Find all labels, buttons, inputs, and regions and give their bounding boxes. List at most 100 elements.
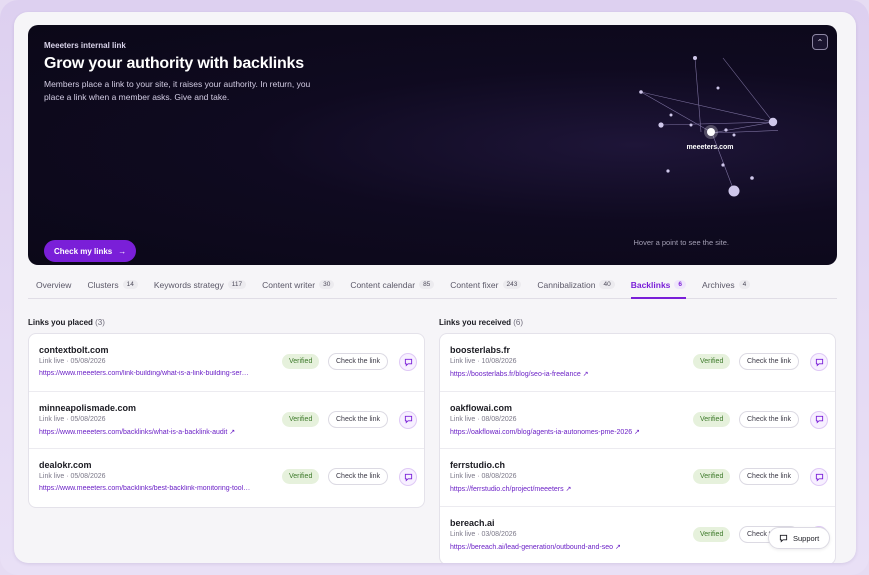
tab-content-writer[interactable]: Content writer 30 — [262, 275, 335, 299]
tab-label: Clusters — [87, 280, 119, 290]
link-url[interactable]: https://www.meeeters.com/backlinks/what-… — [39, 428, 279, 436]
message-button[interactable] — [810, 410, 828, 429]
link-status: Link live · 05/08/2026 — [39, 415, 106, 423]
chat-bubble-icon — [404, 415, 412, 424]
link-url[interactable]: https://boosterlabs.fr/blog/seo-ia-freel… — [450, 370, 690, 378]
tab-content-calendar[interactable]: Content calendar 85 — [350, 275, 435, 299]
check-link-button[interactable]: Check the link — [739, 353, 799, 370]
link-domain: boosterlabs.fr — [450, 345, 511, 355]
list-item: boosterlabs.fr Link live · 10/08/2026 ht… — [440, 334, 835, 392]
link-status: Link live · 08/08/2026 — [450, 473, 517, 480]
tab-count-badge: 6 — [674, 280, 687, 289]
link-url[interactable]: https://www.meeeters.com/link-building/w… — [39, 370, 279, 377]
tab-content-fixer[interactable]: Content fixer 243 — [450, 275, 522, 299]
chat-bubble-icon — [815, 415, 823, 424]
check-link-button[interactable]: Check the link — [328, 410, 388, 428]
list-item: ferrstudio.ch Link live · 08/08/2026 htt… — [440, 449, 835, 507]
tab-count-badge: 14 — [122, 280, 138, 289]
check-link-button[interactable]: Check the link — [739, 410, 799, 428]
verified-badge: Verified — [282, 469, 320, 484]
verified-badge: Verified — [282, 354, 320, 369]
verified-badge: Verified — [693, 411, 731, 427]
collapse-hero-button[interactable]: ⌃ — [812, 34, 828, 50]
tab-label: Backlinks — [630, 280, 671, 290]
support-label: Support — [793, 533, 820, 543]
link-domain: oakflowai.com — [450, 402, 513, 413]
link-url[interactable]: https://oakflowai.com/blog/agents-ia-aut… — [450, 428, 690, 436]
list-item: contextbolt.com Link live · 05/08/2026 h… — [29, 334, 424, 392]
link-status: Link live · 05/08/2026 — [39, 358, 106, 365]
main-panel: Meeeters internal link Grow your authori… — [14, 12, 856, 563]
hero-kicker: Meeeters internal link — [44, 41, 126, 50]
chevron-up-icon: ⌃ — [816, 37, 824, 47]
link-domain: contextbolt.com — [39, 345, 109, 355]
link-status: Link live · 05/08/2026 — [39, 473, 106, 480]
tab-label: Archives — [702, 280, 735, 290]
link-domain: ferrstudio.ch — [450, 460, 506, 470]
message-button[interactable] — [399, 468, 417, 486]
placed-links-list: contextbolt.com Link live · 05/08/2026 h… — [28, 333, 425, 508]
tab-count-badge: 85 — [419, 280, 435, 289]
tab-count-badge: 243 — [502, 280, 522, 289]
link-domain: minneapolismade.com — [39, 402, 137, 413]
check-link-button[interactable]: Check the link — [328, 468, 388, 485]
tab-label: Overview — [36, 280, 72, 290]
message-button[interactable] — [399, 410, 417, 429]
tab-count-badge: 4 — [738, 280, 751, 289]
link-status: Link live · 10/08/2026 — [450, 358, 517, 365]
link-url[interactable]: https://bereach.ai/lead-generation/outbo… — [450, 543, 690, 551]
tab-count-badge: 40 — [599, 280, 615, 289]
tab-label: Keywords strategy — [153, 280, 224, 290]
arrow-right-icon: → — [118, 246, 127, 256]
network-center-label: meeeters.com — [686, 144, 733, 151]
hero-title: Grow your authority with backlinks — [44, 55, 304, 72]
chat-bubble-icon — [815, 358, 823, 366]
verified-badge: Verified — [693, 469, 731, 484]
chat-bubble-icon — [404, 358, 412, 366]
tab-label: Content fixer — [450, 280, 499, 290]
verified-badge: Verified — [693, 526, 731, 542]
link-domain: dealokr.com — [39, 460, 92, 470]
received-count: (6) — [513, 318, 524, 327]
tab-overview[interactable]: Overview — [36, 275, 71, 299]
tab-cannibalization[interactable]: Cannibalization 40 — [537, 275, 615, 299]
chat-bubble-icon — [779, 534, 788, 542]
tab-count-badge: 30 — [319, 280, 335, 289]
tab-label: Content writer — [262, 280, 316, 290]
received-title-text: Links you received — [439, 318, 512, 327]
tab-clusters[interactable]: Clusters 14 — [87, 275, 138, 299]
chat-bubble-icon — [404, 473, 412, 481]
list-item: minneapolismade.com Link live · 05/08/20… — [29, 392, 424, 449]
tab-keywords-strategy[interactable]: Keywords strategy 117 — [153, 275, 247, 299]
hero-hint: Hover a point to see the site. — [633, 238, 729, 247]
tab-archives[interactable]: Archives 4 — [702, 275, 751, 299]
chat-bubble-icon — [815, 473, 823, 481]
link-status: Link live · 08/08/2026 — [450, 415, 517, 423]
placed-title-text: Links you placed — [28, 318, 93, 327]
list-item: dealokr.com Link live · 05/08/2026 https… — [29, 449, 424, 507]
message-button[interactable] — [810, 353, 828, 371]
tab-count-badge: 117 — [227, 280, 247, 289]
verified-badge: Verified — [282, 411, 320, 427]
check-my-links-label: Check my links — [54, 246, 113, 256]
verified-badge: Verified — [693, 354, 731, 369]
tab-label: Cannibalization — [537, 280, 596, 290]
check-link-button[interactable]: Check the link — [739, 468, 799, 485]
list-item: oakflowai.com Link live · 08/08/2026 htt… — [440, 392, 835, 449]
tab-label: Content calendar — [350, 280, 416, 290]
message-button[interactable] — [810, 468, 828, 486]
link-domain: bereach.ai — [450, 517, 495, 528]
link-url[interactable]: https://www.meeeters.com/backlinks/best-… — [39, 485, 279, 492]
hero-description: Members place a link to your site, it ra… — [44, 79, 311, 102]
received-section-title: Links you received (6) — [439, 318, 523, 327]
section-tabs: Overview Clusters 14 Keywords strategy 117… — [28, 275, 837, 299]
link-status: Link live · 03/08/2026 — [450, 530, 517, 538]
support-button[interactable]: Support — [768, 527, 831, 549]
backlink-network-graph: meeeters.com — [639, 56, 778, 197]
check-my-links-button[interactable]: Check my links → — [44, 240, 137, 262]
tab-backlinks[interactable]: Backlinks 6 — [630, 275, 687, 299]
check-link-button[interactable]: Check the link — [328, 353, 388, 370]
link-url[interactable]: https://ferrstudio.ch/project/meeeters ↗ — [450, 485, 690, 493]
backlinks-hero: Meeeters internal link Grow your authori… — [28, 25, 837, 265]
message-button[interactable] — [399, 353, 417, 371]
